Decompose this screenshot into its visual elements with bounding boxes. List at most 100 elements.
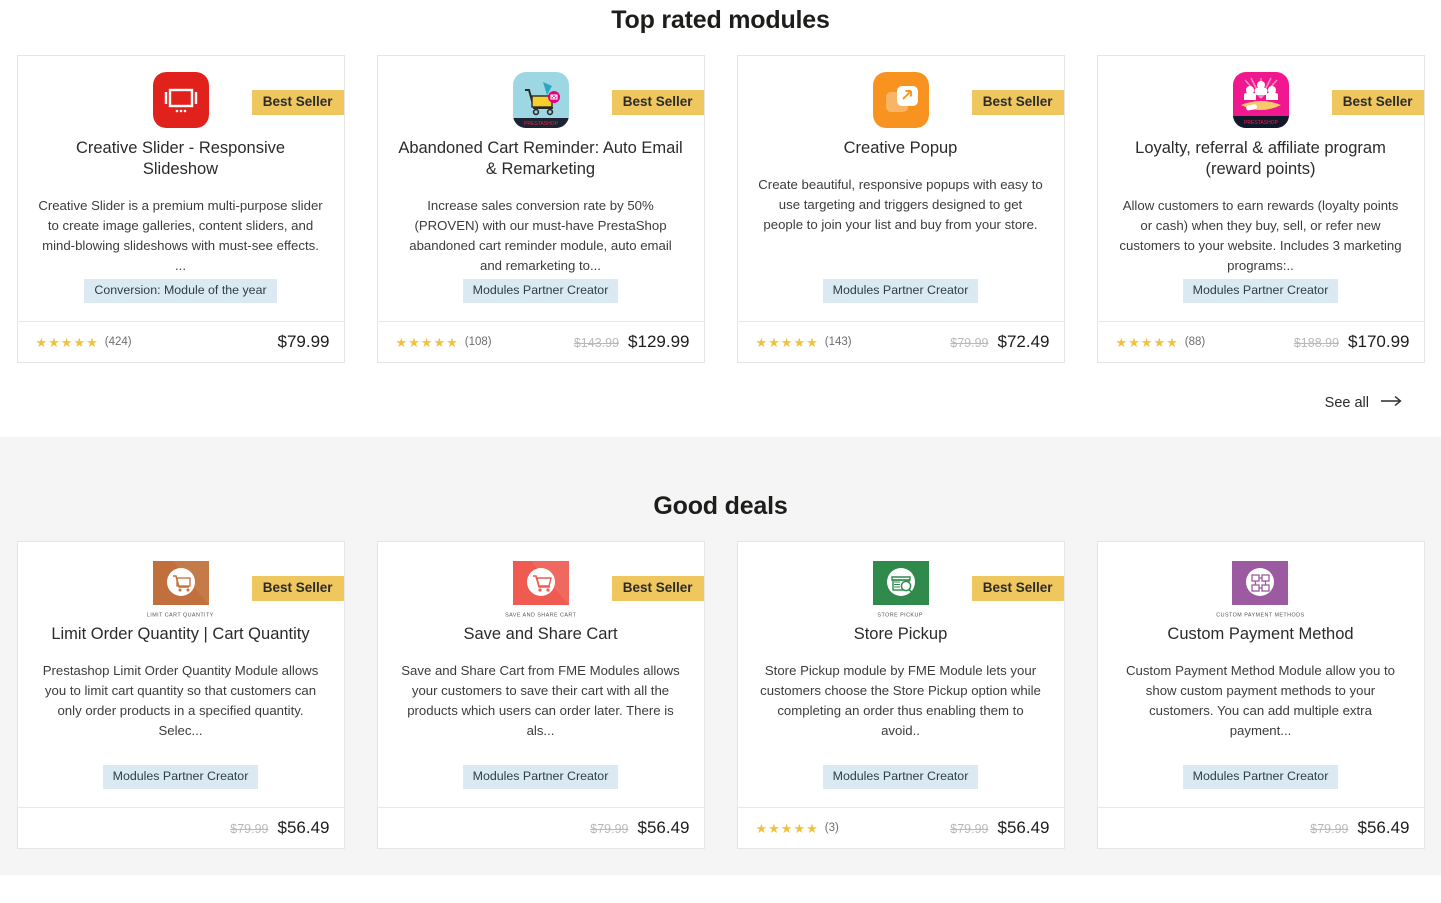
module-card[interactable]: PRESTASHOP Best Seller Loyalty, referral &…	[1096, 55, 1425, 363]
module-icon-wrap: STORE PICKUP	[872, 555, 929, 618]
section-good-deals: Good deals LIMIT CART QUANTITY Best Selle…	[0, 437, 1441, 875]
star-icon: ★★★★★	[395, 334, 459, 350]
module-icon-row: Best Seller	[38, 56, 344, 144]
module-card-footer: ★★★★★ (88) $188.99 $170.99	[1097, 321, 1424, 362]
module-card-grid: Best Seller Creative Slider - Responsive …	[0, 55, 1441, 363]
module-card-body: PRESTASHOP Best Seller Loyalty, referral &…	[1098, 56, 1424, 321]
module-card-footer: ★★★★★ (424) $79.99	[17, 321, 344, 362]
module-card[interactable]: STORE PICKUP Best Seller Store Pickup Store…	[736, 541, 1065, 849]
svg-text:PRESTASHOP: PRESTASHOP	[524, 121, 558, 127]
svg-text:PRESTASHOP: PRESTASHOP	[1244, 120, 1278, 126]
creative-popup-icon	[872, 72, 929, 128]
modules-marketplace-page: Top rated modules Best Seller Creative Sl…	[0, 0, 1441, 903]
module-icon-wrap: SAVE AND SHARE CART	[505, 555, 576, 618]
module-card[interactable]: CUSTOM PAYMENT METHODS Custom Payment Met…	[1096, 541, 1425, 849]
price-current: $56.49	[997, 818, 1050, 837]
limit-order-quantity-icon	[152, 555, 209, 611]
rating-count: (108)	[464, 336, 492, 348]
price-old: $188.99	[1293, 336, 1340, 350]
loyalty-program-icon: PRESTASHOP	[1232, 72, 1289, 128]
module-card[interactable]: PRESTASHOP Best Seller Abandoned Cart Remi…	[376, 55, 705, 363]
module-card-footer: ★★★★★ (108) $143.99 $129.99	[377, 321, 704, 362]
module-card-footer: ★★★★★ (3) $79.99 $56.49	[737, 807, 1064, 848]
status-badge: Best Seller	[251, 90, 344, 115]
module-icon-row: CUSTOM PAYMENT METHODS	[1118, 542, 1404, 630]
section-title-good-deals: Good deals	[653, 492, 788, 520]
store-pickup-icon	[872, 555, 929, 611]
price-group: $79.99	[278, 332, 330, 352]
price-current: $56.49	[277, 818, 330, 837]
module-card[interactable]: Best Seller Creative Slider - Responsive …	[16, 55, 345, 363]
module-card-footer: ★★★★★ (143) $79.99 $72.49	[737, 321, 1064, 362]
module-description: Allow customers to earn rewards (loyalty…	[1119, 198, 1402, 274]
price-current: $79.99	[277, 332, 330, 351]
module-card-grid-deals: LIMIT CART QUANTITY Best Seller Limit Orde…	[0, 541, 1441, 849]
price-current: $129.99	[628, 332, 690, 351]
module-icon-row: LIMIT CART QUANTITY Best Seller	[38, 542, 344, 630]
rating: ★★★★★ (88)	[1116, 336, 1206, 349]
rating-count: (88)	[1184, 336, 1206, 348]
module-card-footer: $79.99 $56.49	[377, 807, 704, 848]
price-old: $79.99	[230, 822, 269, 836]
module-icon-row: Best Seller	[758, 56, 1064, 144]
module-tag: Conversion: Module of the year	[84, 279, 277, 303]
module-icon-wrap: LIMIT CART QUANTITY	[147, 555, 214, 618]
module-tag: Modules Partner Creator	[102, 765, 259, 789]
price-group: $79.99 $56.49	[230, 818, 329, 838]
status-badge: Best Seller	[611, 90, 704, 115]
module-description: Create beautiful, responsive popups with…	[758, 177, 1043, 233]
module-card-footer: $79.99 $56.49	[1097, 807, 1424, 848]
module-card[interactable]: LIMIT CART QUANTITY Best Seller Limit Orde…	[16, 541, 345, 849]
star-icon: ★★★★★	[755, 820, 819, 836]
custom-payment-method-icon	[1232, 555, 1289, 611]
module-description: Store Pickup module by FME Module lets y…	[760, 663, 1041, 739]
star-icon: ★★★★★	[35, 334, 99, 350]
rating-count: (424)	[104, 336, 132, 348]
price-group: $79.99 $56.49	[1310, 818, 1409, 838]
module-title[interactable]: Abandoned Cart Reminder: Auto Email & Re…	[398, 138, 684, 180]
rating-count: (143)	[824, 336, 852, 348]
module-card-body: Best Seller Creative Slider - Responsive …	[18, 56, 344, 321]
module-card-body: SAVE AND SHARE CART Best Seller Save and S…	[378, 542, 704, 807]
star-icon: ★★★★★	[1115, 334, 1179, 350]
price-old: $79.99	[1310, 822, 1349, 836]
creative-slider-icon	[152, 72, 209, 128]
star-icon: ★★★★★	[755, 334, 819, 350]
rating: ★★★★★ (3)	[756, 822, 839, 835]
price-group: $143.99 $129.99	[574, 332, 690, 352]
page-title: Top rated modules	[611, 6, 830, 34]
module-icon-caption: LIMIT CART QUANTITY	[147, 612, 214, 618]
module-icon-row: STORE PICKUP Best Seller	[758, 542, 1064, 630]
abandoned-cart-icon: PRESTASHOP	[512, 72, 569, 128]
module-description: Creative Slider is a premium multi-purpo…	[38, 198, 323, 274]
section-top-rated: Top rated modules Best Seller Creative Sl…	[0, 0, 1441, 437]
price-old: $79.99	[950, 822, 989, 836]
module-card-footer: $79.99 $56.49	[17, 807, 344, 848]
module-icon-caption: STORE PICKUP	[877, 612, 924, 618]
price-current: $170.99	[1348, 332, 1410, 351]
module-icon-row: PRESTASHOP Best Seller	[1118, 56, 1424, 144]
module-card-body: Best Seller Creative Popup Create beautifu…	[738, 56, 1064, 321]
arrow-right-icon	[1381, 395, 1403, 411]
module-tag: Modules Partner Creator	[462, 765, 619, 789]
see-all-label: See all	[1324, 395, 1369, 411]
module-icon-row: SAVE AND SHARE CART Best Seller	[398, 542, 704, 630]
see-all-link[interactable]: See all	[1325, 395, 1403, 411]
price-group: $188.99 $170.99	[1294, 332, 1410, 352]
price-old: $143.99	[573, 336, 620, 350]
module-card-body: PRESTASHOP Best Seller Abandoned Cart Remi…	[378, 56, 704, 321]
module-icon-row: PRESTASHOP Best Seller	[398, 56, 704, 144]
module-card-body: LIMIT CART QUANTITY Best Seller Limit Orde…	[18, 542, 344, 807]
status-badge: Best Seller	[971, 576, 1064, 601]
rating: ★★★★★ (108)	[396, 336, 492, 349]
module-card[interactable]: Best Seller Creative Popup Create beautifu…	[736, 55, 1065, 363]
module-card[interactable]: SAVE AND SHARE CART Best Seller Save and S…	[376, 541, 705, 849]
module-title[interactable]: Loyalty, referral & affiliate program (r…	[1118, 138, 1404, 180]
rating: ★★★★★ (143)	[756, 336, 852, 349]
module-tag: Modules Partner Creator	[822, 765, 979, 789]
module-description: Increase sales conversion rate by 50% (P…	[409, 198, 672, 274]
module-title[interactable]: Creative Slider - Responsive Slideshow	[38, 138, 324, 180]
price-old: $79.99	[590, 822, 629, 836]
status-badge: Best Seller	[1331, 90, 1424, 115]
rating: ★★★★★ (424)	[36, 336, 132, 349]
